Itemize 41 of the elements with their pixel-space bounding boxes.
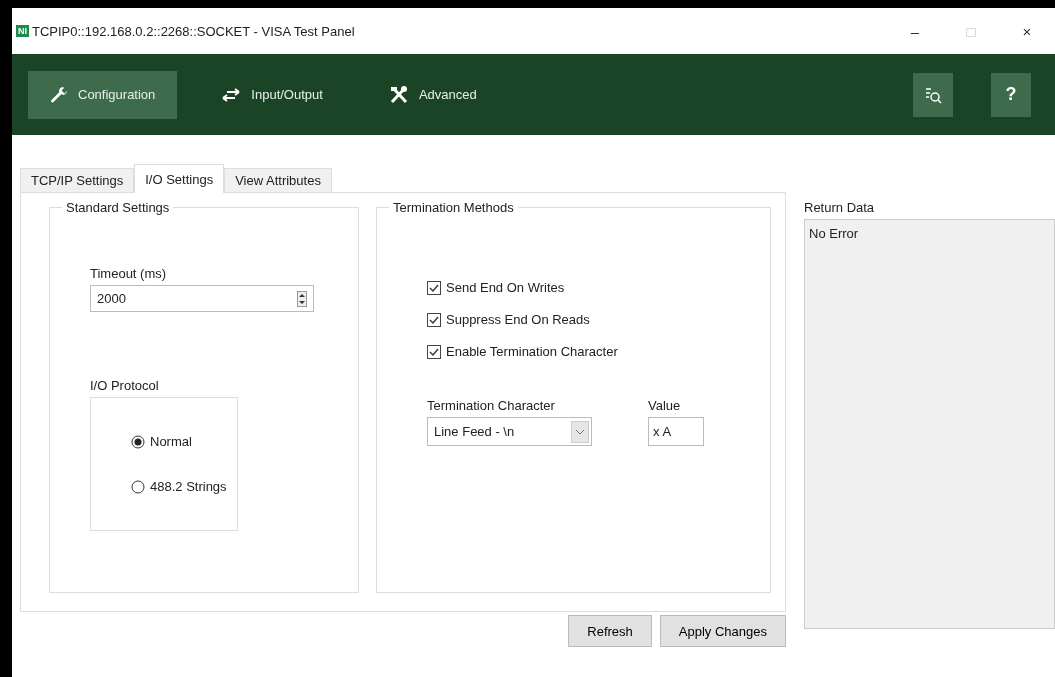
radio-button[interactable] [131, 434, 145, 449]
value-field[interactable]: x A [648, 417, 704, 446]
help-button[interactable]: ? [991, 72, 1031, 117]
checkbox-label: Send End On Writes [446, 280, 565, 295]
termination-dropdown[interactable]: Line Feed - \n [427, 417, 592, 446]
return-text: No Error [809, 226, 859, 241]
toolbar-tab[interactable]: Advanced [366, 70, 499, 119]
field-label: Termination Character [427, 398, 556, 413]
checkbox-label: Enable Termination Character [446, 344, 618, 359]
field-label: I/O Protocol [90, 378, 160, 393]
apply-changes-button[interactable]: Apply Changes [659, 615, 786, 647]
tab[interactable]: TCP/IP Settings [20, 168, 135, 192]
arrows-icon [221, 87, 242, 102]
timeout-spinbox[interactable]: 2000 [90, 285, 314, 312]
tab[interactable]: View Attributes [224, 168, 332, 192]
wrench-icon [50, 85, 68, 104]
toolbar-tab[interactable]: Configuration [28, 70, 178, 119]
panel-label: Return Data [804, 200, 876, 215]
radio-label: Normal [150, 434, 192, 449]
radio-label: 488.2 Strings [150, 479, 227, 494]
checkbox[interactable] [427, 280, 441, 295]
refresh-button[interactable]: Refresh [568, 615, 652, 647]
field-label: Value [648, 398, 682, 413]
search-list-icon [924, 85, 942, 104]
group-title: Standard Settings [62, 200, 174, 215]
field-label: Timeout (ms) [90, 266, 168, 281]
minimize-button[interactable]: – [887, 22, 943, 40]
checkbox[interactable] [427, 312, 441, 327]
chevron-down-icon [575, 428, 585, 435]
group-title: Termination Methods [389, 200, 518, 215]
toolbar-tab[interactable]: Input/Output [199, 70, 345, 119]
app-logo: NI [16, 25, 29, 37]
radio-button[interactable] [131, 479, 145, 494]
close-button[interactable]: × [999, 22, 1055, 40]
checkbox-label: Suppress End On Reads [446, 312, 590, 327]
checkbox[interactable] [427, 344, 441, 359]
tools-icon [388, 85, 409, 104]
spin-arrows-icon [297, 290, 307, 307]
window-title: TCPIP0::192.168.0.2::2268::SOCKET - VISA Test Panel [32, 23, 356, 39]
search-button[interactable] [913, 72, 953, 117]
tab[interactable]: I/O Settings [134, 164, 225, 193]
